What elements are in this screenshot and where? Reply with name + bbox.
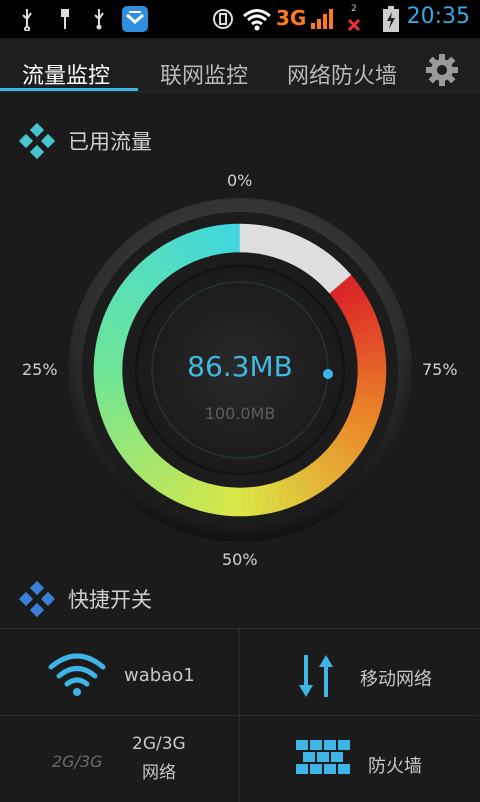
app-shield-icon xyxy=(120,6,150,32)
tab-firewall[interactable]: 网络防火墙 xyxy=(287,58,397,90)
firewall-switch[interactable]: 防火墙 xyxy=(240,716,479,802)
section-title: 已用流量 xyxy=(68,130,152,154)
usb-icon xyxy=(54,6,76,32)
network-mode-label-line2: 网络 xyxy=(142,763,176,783)
clock: 20:35 xyxy=(406,4,470,29)
wifi-icon xyxy=(48,651,106,701)
tab-divider xyxy=(0,91,480,92)
mobile-network-label: 移动网络 xyxy=(360,669,432,690)
used-traffic-value: 86.3MB xyxy=(187,350,293,383)
firewall-bricks-icon xyxy=(294,738,354,778)
wifi-ssid: wabao1 xyxy=(124,665,195,686)
quick-switch-grid: wabao1 移动网络 2G/3G 2G/3G 网络 防火墙 xyxy=(0,628,480,802)
usb-icon xyxy=(16,6,38,32)
total-traffic-value: 100.0MB xyxy=(204,404,276,423)
network-mode-badge: 2G/3G xyxy=(52,752,103,771)
data-transfer-arrows-icon xyxy=(296,653,336,703)
settings-gear-icon[interactable] xyxy=(424,52,460,88)
network-mode-label-line1: 2G/3G xyxy=(132,734,186,754)
tab-traffic-monitor[interactable]: 流量监控 xyxy=(22,58,110,90)
gauge-label-right: 75% xyxy=(422,360,458,379)
vpn-icon xyxy=(210,6,236,32)
wifi-icon xyxy=(242,6,272,32)
gauge-label-left: 25% xyxy=(22,360,58,379)
no-sim-icon xyxy=(344,12,364,38)
gauge-label-bottom: 50% xyxy=(222,550,258,569)
section-title: 快捷开关 xyxy=(68,588,152,612)
status-bar: 3G 2 20:35 xyxy=(0,0,480,38)
gauge-label-top: 0% xyxy=(227,171,253,190)
diamond-logo-icon xyxy=(18,122,56,160)
firewall-label: 防火墙 xyxy=(368,756,422,777)
gauge-used-arc-segment xyxy=(357,370,387,379)
wifi-switch[interactable]: wabao1 xyxy=(0,629,240,716)
battery-charging-icon xyxy=(380,6,402,32)
network-type-label: 3G xyxy=(276,6,307,30)
usb-icon xyxy=(88,6,110,32)
tab-connection-monitor[interactable]: 联网监控 xyxy=(160,58,248,90)
quick-section-header: 快捷开关 xyxy=(18,580,152,618)
mobile-network-switch[interactable]: 移动网络 xyxy=(240,629,479,716)
signal-icon xyxy=(308,6,336,32)
gauge-used-arc-segment xyxy=(93,364,123,373)
usage-section-header: 已用流量 xyxy=(18,122,152,160)
diamond-logo-icon xyxy=(18,580,56,618)
network-mode-switch[interactable]: 2G/3G 2G/3G 网络 xyxy=(0,716,240,802)
